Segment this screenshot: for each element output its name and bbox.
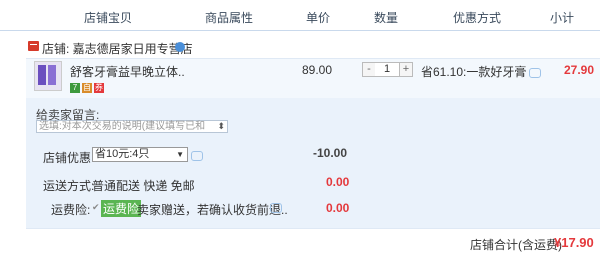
qty-input[interactable]: 1 — [375, 62, 399, 77]
insurance-tag: 运费险 — [101, 200, 142, 217]
insurance-amount: 0.00 — [326, 201, 350, 215]
badge-coupon-icon: 券 — [94, 83, 104, 93]
insurance-info-icon[interactable] — [270, 203, 282, 213]
insurance-check-icon[interactable]: ✔ — [92, 202, 100, 213]
discount-select[interactable]: 省10元:4只 ▼ — [92, 147, 188, 162]
product-thumbnail[interactable] — [34, 61, 62, 91]
unit-price: 89.00 — [302, 63, 333, 77]
cart-item-row: 舒客牙膏益早晚立体.. 7 自 券 89.00 省61.10:一款好牙膏 27.… — [26, 58, 600, 99]
shipping-label: 运送方式: — [43, 179, 95, 193]
badge-self-icon: 自 — [82, 83, 92, 93]
shipping-amount: 0.00 — [326, 175, 350, 189]
product-title[interactable]: 舒客牙膏益早晚立体.. — [70, 63, 185, 80]
discount-label: 店铺优惠: — [43, 151, 95, 165]
header-qty: 数量 — [374, 11, 399, 25]
insurance-text: 卖家赠送，若确认收货前退.. — [137, 203, 288, 217]
insurance-label: 运费险: — [51, 203, 91, 217]
chevron-down-icon: ▼ — [176, 150, 184, 159]
shipping-method: 普通配送 快递 免邮 — [92, 179, 195, 193]
qty-minus-button[interactable]: - — [362, 62, 376, 77]
shop-name[interactable]: 店铺: 嘉志德居家日用专营店 — [42, 40, 193, 57]
qty-plus-button[interactable]: + — [399, 62, 413, 77]
discount-selected: 省10元:4只 — [95, 148, 150, 160]
item-subtotal: 27.90 — [564, 63, 595, 77]
promo-text: 省61.10:一款好牙膏 — [421, 63, 542, 80]
shop-total-bar: 店铺合计(含运费) ¥17.90 — [26, 228, 600, 256]
header-props: 商品属性 — [205, 11, 254, 25]
shop-icon — [28, 41, 39, 51]
header-promo: 优惠方式 — [453, 11, 502, 25]
promo-info-icon[interactable] — [529, 67, 542, 78]
header-price: 单价 — [306, 11, 331, 25]
cart-header: 店铺宝贝 商品属性 单价 数量 优惠方式 小计 — [0, 0, 600, 31]
shop-total-amount: ¥17.90 — [554, 235, 594, 250]
discount-info-icon[interactable] — [191, 151, 203, 161]
header-item: 店铺宝贝 — [84, 11, 133, 25]
verified-icon — [175, 42, 185, 52]
message-input[interactable]: 选填:对本次交易的说明(建议填写已和 ⬍ — [36, 120, 228, 133]
discount-amount: -10.00 — [313, 146, 348, 160]
promo-label: 省61.10:一款好牙膏 — [421, 65, 527, 79]
scroll-arrows-icon[interactable]: ⬍ — [217, 121, 225, 132]
header-subtotal: 小计 — [550, 11, 575, 25]
message-placeholder: 选填:对本次交易的说明(建议填写已和 — [39, 121, 206, 132]
badge-7day-icon: 7 — [70, 83, 80, 93]
shop-total-label: 店铺合计(含运费) — [470, 238, 562, 252]
